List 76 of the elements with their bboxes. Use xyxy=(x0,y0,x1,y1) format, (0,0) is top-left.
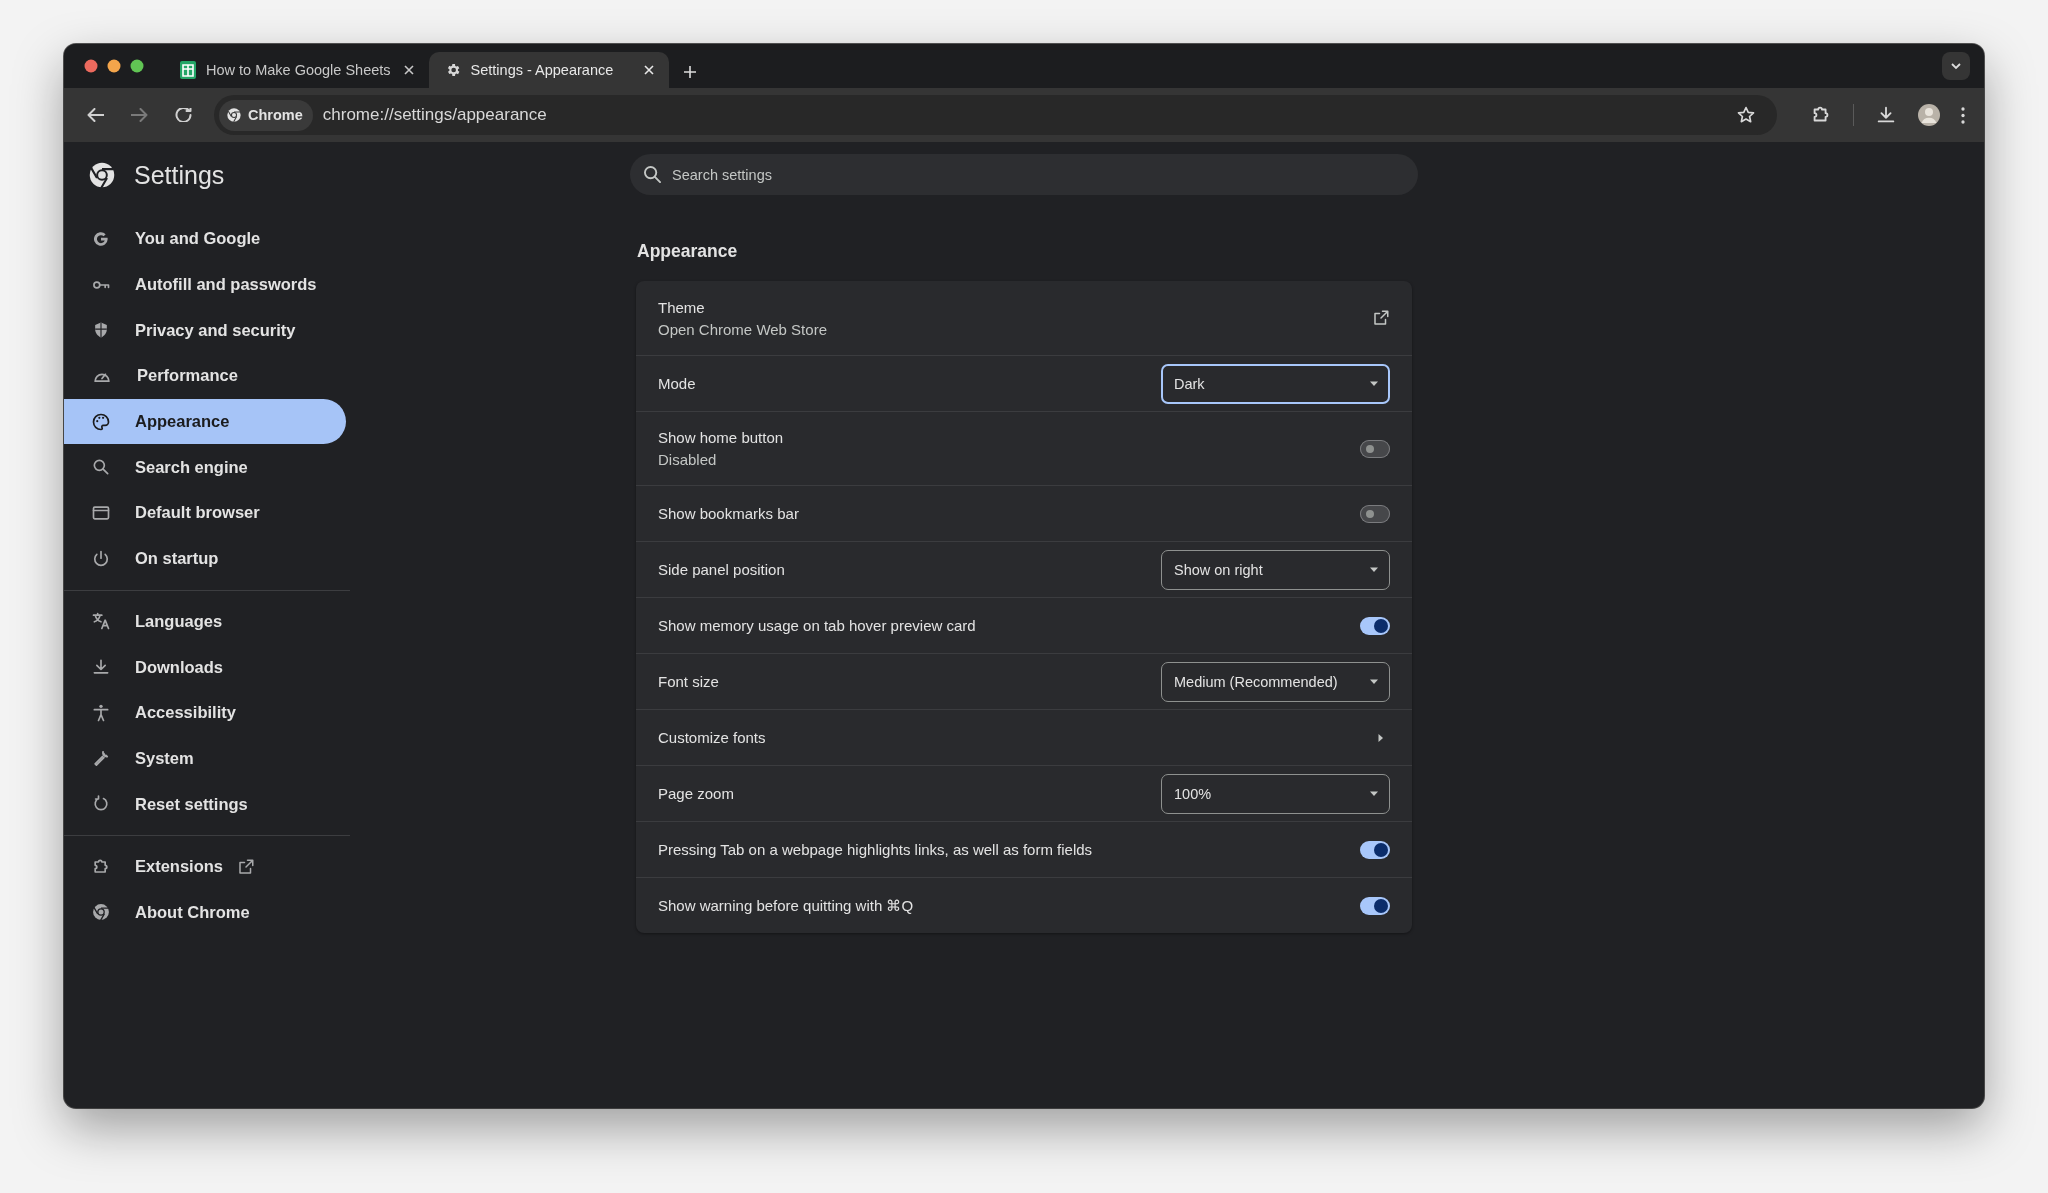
setting-label: Mode xyxy=(658,375,697,392)
sidebar-item[interactable]: Appearance xyxy=(64,398,346,445)
setting-label: Font size xyxy=(658,673,720,690)
chrome-logo-icon xyxy=(226,107,242,123)
caret-icon xyxy=(1369,566,1379,573)
external-link-icon xyxy=(237,857,256,876)
sidebar-item[interactable]: Languages xyxy=(64,598,346,645)
dropdown[interactable]: Dark xyxy=(1161,363,1390,404)
setting-label: Side panel position xyxy=(658,561,786,578)
sidebar-item[interactable]: Downloads xyxy=(64,644,346,690)
setting-description: Open Chrome Web Store xyxy=(658,320,828,338)
back-icon xyxy=(86,108,104,122)
setting-label: Show home button xyxy=(658,429,785,446)
spreadsheet-icon xyxy=(180,61,196,79)
browser-tab[interactable]: How to Make Google Sheets xyxy=(164,52,429,88)
toggle-switch[interactable] xyxy=(1360,439,1390,458)
sidebar-item[interactable]: Performance xyxy=(64,353,346,399)
avatar-icon xyxy=(1917,103,1941,127)
power-icon xyxy=(91,548,111,569)
dropdown[interactable]: 100% xyxy=(1161,773,1390,814)
sidebar-item[interactable]: System xyxy=(64,735,346,782)
tab-search-button[interactable] xyxy=(1942,52,1970,80)
section-heading: Appearance xyxy=(637,241,739,263)
search-icon xyxy=(644,166,661,183)
dropdown[interactable]: Show on right xyxy=(1161,549,1390,590)
more-icon xyxy=(1961,106,1965,124)
sidebar-item[interactable]: Default browser xyxy=(64,490,346,536)
new-tab-icon[interactable] xyxy=(682,65,697,79)
star-icon xyxy=(1736,105,1756,125)
reload-icon xyxy=(174,108,192,122)
caret-icon xyxy=(1369,678,1379,685)
chevron-down-icon xyxy=(1950,62,1962,70)
setting-label: Theme xyxy=(658,298,706,316)
toggle-switch[interactable] xyxy=(1360,616,1390,635)
setting-label: Pressing Tab on a webpage highlights links, as well as form fields xyxy=(658,841,1094,858)
toggle-switch[interactable] xyxy=(1360,840,1390,859)
page-title: Settings xyxy=(134,160,225,190)
external-link-icon xyxy=(1372,309,1390,327)
search-icon xyxy=(91,457,111,478)
setting-description: Disabled xyxy=(658,451,718,468)
search-field[interactable]: Search settings xyxy=(630,154,1418,195)
browser-tab[interactable]: Settings - Appearance xyxy=(428,52,669,88)
sidebar-item[interactable]: You and Google xyxy=(64,216,346,262)
translate-icon xyxy=(91,611,111,632)
wrench-icon xyxy=(91,748,111,769)
sidebar-item[interactable]: Extensions xyxy=(64,843,346,890)
toggle-switch[interactable] xyxy=(1360,504,1390,523)
palette-icon xyxy=(91,411,111,432)
sidebar-item[interactable]: Reset settings xyxy=(64,781,346,827)
window-control-icon[interactable] xyxy=(107,59,121,73)
sidebar-item[interactable]: Accessibility xyxy=(64,689,346,736)
dropdown[interactable]: Medium (Recommended) xyxy=(1161,661,1390,702)
caret-icon xyxy=(1369,790,1379,797)
accessibility-icon xyxy=(91,702,111,723)
toggle-switch[interactable] xyxy=(1360,896,1390,915)
sidebar-item[interactable]: Privacy and security xyxy=(64,307,346,354)
chrome-logo-icon xyxy=(88,161,116,189)
external-link-button[interactable] xyxy=(1372,309,1390,327)
setting-label: Show warning before quitting with ⌘Q xyxy=(658,896,915,915)
setting-label: Show memory usage on tab hover preview card xyxy=(658,617,977,634)
sidebar-item[interactable]: On startup xyxy=(64,535,346,582)
forward-icon xyxy=(130,108,148,122)
sidebar-item[interactable]: About Chrome xyxy=(64,889,346,936)
caret-icon xyxy=(1378,732,1384,743)
sidebar-item[interactable]: Autofill and passwords xyxy=(64,261,346,308)
sidebar-item[interactable]: Search engine xyxy=(64,444,346,491)
chrome-logo-icon xyxy=(91,902,111,923)
window-control-icon[interactable] xyxy=(84,59,98,73)
open-subpage-button[interactable] xyxy=(1378,732,1384,743)
caret-icon xyxy=(1369,380,1379,387)
site-chip[interactable]: Chrome xyxy=(219,99,313,131)
setting-label: Page zoom xyxy=(658,785,735,802)
address-bar[interactable]: Chrome chrome://settings/appearance xyxy=(214,95,1777,135)
window-control-icon[interactable] xyxy=(130,59,144,73)
setting-label: Show bookmarks bar xyxy=(658,505,800,522)
setting-label: Customize fonts xyxy=(658,729,767,746)
